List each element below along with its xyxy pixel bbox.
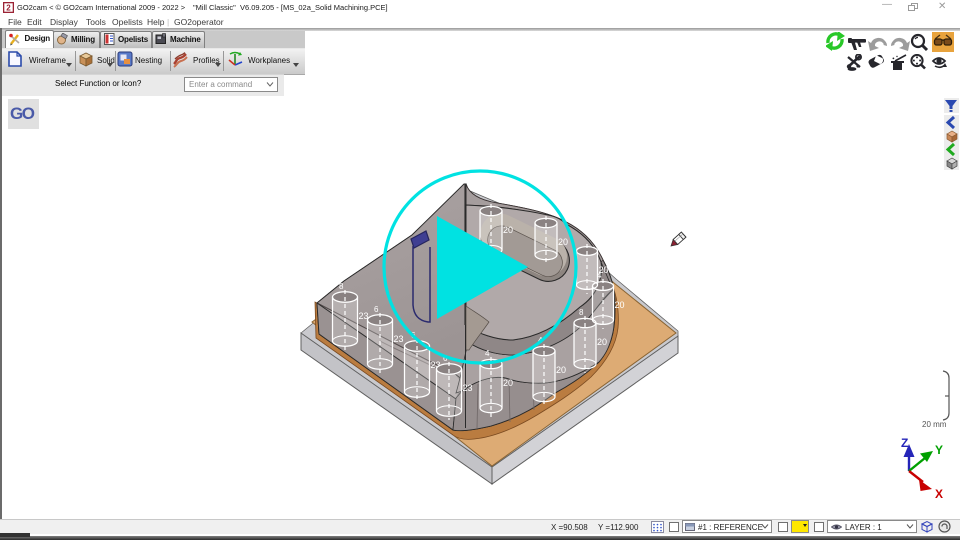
svg-text:20: 20 [556, 365, 566, 375]
svg-text:Z: Z [901, 436, 908, 450]
svg-text:4: 4 [485, 349, 490, 358]
svg-text:20: 20 [503, 225, 513, 235]
svg-text:X: X [935, 487, 943, 501]
svg-text:20: 20 [558, 237, 568, 247]
svg-text:6: 6 [374, 305, 379, 314]
svg-text:8: 8 [579, 308, 584, 317]
svg-text:8: 8 [339, 282, 344, 291]
svg-text:Y: Y [935, 443, 943, 457]
svg-text:20 mm: 20 mm [922, 420, 947, 429]
svg-text:20: 20 [503, 378, 513, 388]
svg-text:2: 2 [6, 4, 11, 13]
svg-text:20: 20 [597, 337, 607, 347]
svg-text:23: 23 [394, 334, 404, 344]
svg-text:23: 23 [463, 383, 473, 393]
svg-text:20: 20 [599, 265, 609, 275]
svg-text:20: 20 [615, 300, 625, 310]
